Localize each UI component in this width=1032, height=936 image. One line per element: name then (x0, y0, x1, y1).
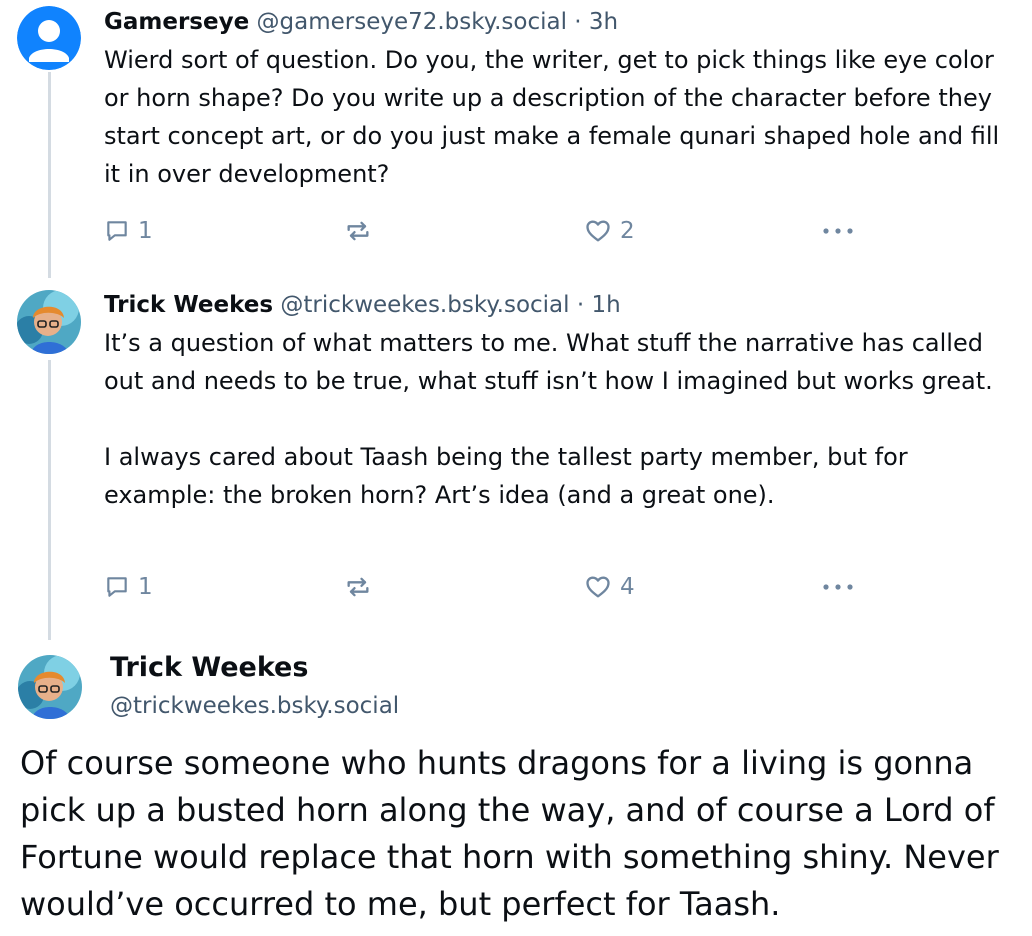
repost-button[interactable] (344, 214, 372, 248)
post-actions: 1 2 (104, 214, 864, 248)
post-meta: Trick Weekes @trickweekes.bsky.social · … (104, 290, 1014, 320)
speech-bubble-icon (107, 221, 127, 241)
repost-arrows-icon (347, 577, 369, 597)
post-paragraph: Wierd sort of question. Do you, the writ… (104, 46, 1000, 188)
reply-count: 1 (138, 574, 153, 600)
main-post-text: Of course someone who hunts dragons for … (20, 744, 999, 923)
more-options-button[interactable] (820, 214, 856, 248)
post-paragraph: It’s a question of what matters to me. W… (104, 329, 993, 395)
main-post-header: Trick Weekes @trickweekes.bsky.social (110, 648, 399, 724)
thread-line (48, 360, 51, 640)
thread-line (48, 72, 51, 278)
heart-outline-icon (586, 220, 610, 242)
heart-outline-icon (586, 576, 610, 598)
author-name[interactable]: Trick Weekes (104, 292, 273, 318)
author-name[interactable]: Trick Weekes (110, 648, 399, 688)
ellipsis-icon (823, 228, 853, 234)
author-handle[interactable]: @trickweekes.bsky.social (280, 292, 569, 318)
post-meta: Gamerseye @gamerseye72.bsky.social · 3h (104, 7, 1014, 37)
post-actions: 1 4 (104, 570, 864, 604)
author-handle[interactable]: @trickweekes.bsky.social (110, 688, 399, 724)
post-gamerseye: Gamerseye @gamerseye72.bsky.social · 3h … (104, 7, 1014, 193)
like-button[interactable]: 2 (584, 214, 635, 248)
repost-arrows-icon (347, 221, 369, 241)
like-count: 4 (620, 574, 635, 600)
like-count: 2 (620, 218, 635, 244)
speech-bubble-icon (107, 577, 127, 597)
reply-count: 1 (138, 218, 153, 244)
default-avatar[interactable] (17, 6, 81, 70)
like-button[interactable]: 4 (584, 570, 635, 604)
post-trickweekes-reply: Trick Weekes @trickweekes.bsky.social · … (104, 290, 1014, 514)
post-time[interactable]: · 3h (574, 9, 618, 35)
post-time[interactable]: · 1h (577, 292, 621, 318)
post-paragraph: I always cared about Taash being the tal… (104, 443, 908, 509)
post-text: It’s a question of what matters to me. W… (104, 324, 1014, 514)
author-name[interactable]: Gamerseye (104, 9, 249, 35)
reply-button[interactable]: 1 (104, 214, 153, 248)
ellipsis-icon (823, 584, 853, 590)
author-handle[interactable]: @gamerseye72.bsky.social (257, 9, 567, 35)
repost-button[interactable] (344, 570, 372, 604)
avatar-trickweekes[interactable] (17, 290, 81, 354)
avatar-trickweekes[interactable] (18, 655, 82, 719)
more-options-button[interactable] (820, 570, 856, 604)
reply-button[interactable]: 1 (104, 570, 153, 604)
post-text: Wierd sort of question. Do you, the writ… (104, 41, 1014, 193)
